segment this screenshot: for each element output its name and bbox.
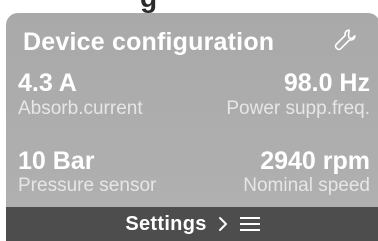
absorbed-current-label: Absorb.current [18, 98, 143, 119]
power-supply-frequency-value: 98.0 Hz [283, 69, 370, 97]
pressure-sensor-label: Pressure sensor [18, 175, 157, 196]
nominal-speed-label: Nominal speed [243, 175, 370, 196]
nominal-speed-value: 2940 rpm [260, 147, 370, 175]
absorbed-current-value: 4.3 A [18, 69, 77, 97]
settings-label: Settings [125, 212, 207, 235]
settings-footer-button[interactable]: Settings [6, 207, 378, 241]
cropped-heading-text: g [140, 0, 157, 13]
power-supply-frequency-label: Power supp.freq. [226, 98, 370, 119]
cropped-heading: g [0, 0, 378, 13]
pressure-sensor-value: 10 Bar [18, 147, 95, 175]
card-title: Device configuration [23, 28, 275, 56]
wrench-icon[interactable] [332, 27, 358, 53]
menu-icon [239, 217, 260, 231]
chevron-right-icon [218, 217, 227, 231]
device-configuration-card: Device configuration 4.3 A Absorb.curren… [6, 13, 378, 241]
